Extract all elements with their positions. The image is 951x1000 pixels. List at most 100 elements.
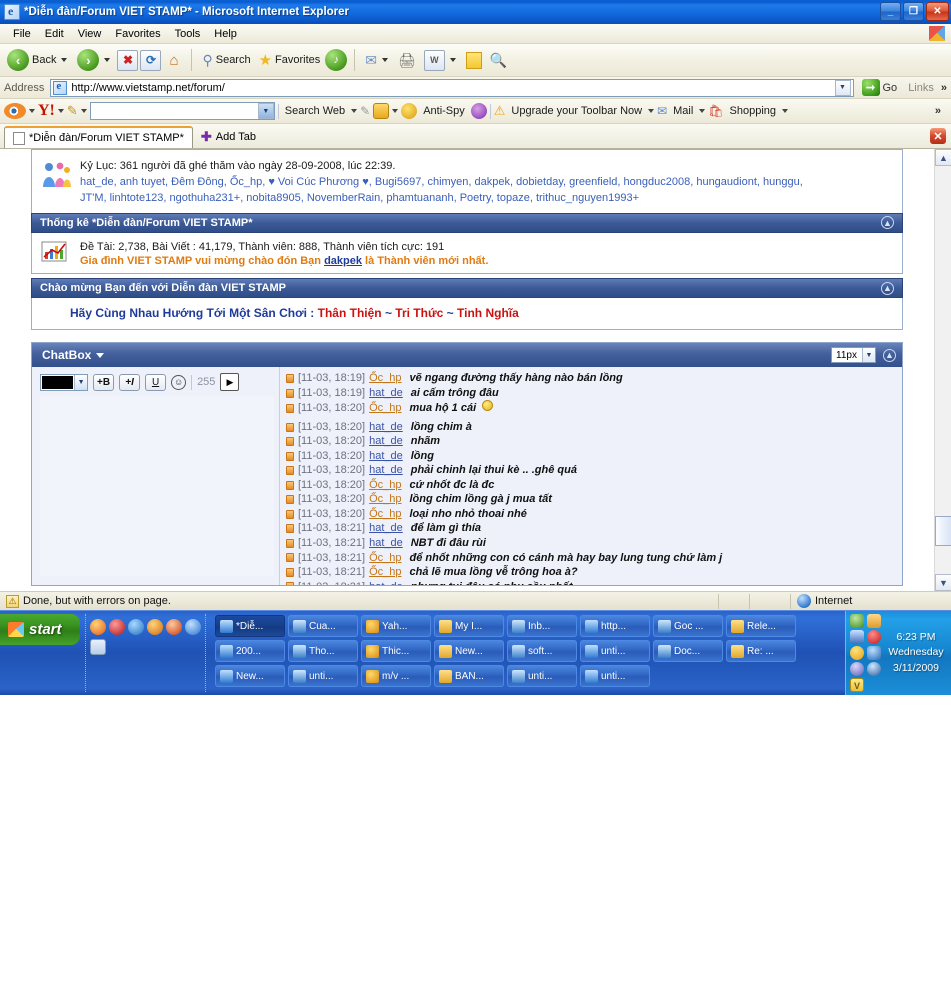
visitor-list-line-2[interactable]: JT'M, linhtote123, ngothuha231+, nobita8…: [80, 191, 894, 207]
address-overflow-icon[interactable]: »: [941, 82, 947, 94]
tray-sound-icon[interactable]: [850, 662, 864, 676]
menu-help[interactable]: Help: [207, 26, 244, 42]
taskbar-task-button[interactable]: Thic...: [361, 640, 431, 662]
scroll-down-button[interactable]: ▼: [935, 574, 951, 591]
taskbar-clock[interactable]: 6:23 PM Wednesday 3/11/2009: [885, 614, 947, 692]
taskbar-task-button[interactable]: Doc...: [653, 640, 723, 662]
scroll-up-button[interactable]: ▲: [935, 149, 951, 166]
smiley-icon[interactable]: ☺: [171, 374, 187, 390]
go-button[interactable]: ➞ Go: [858, 79, 902, 96]
warning-icon-status[interactable]: ⚠: [6, 594, 19, 608]
address-input[interactable]: http://www.vietstamp.net/forum/ ▼: [50, 78, 854, 97]
mail-dropdown-icon-2[interactable]: [699, 109, 706, 113]
taskbar-task-button[interactable]: Inb...: [507, 615, 577, 637]
tray-update-icon[interactable]: [867, 662, 881, 676]
document-quicklaunch-icon[interactable]: [90, 639, 106, 655]
newest-member-link[interactable]: dakpek: [324, 255, 362, 267]
chatbox-collapse-icon[interactable]: ▲: [883, 348, 896, 362]
chat-username-link[interactable]: Ốc_hp: [369, 492, 401, 507]
research-button[interactable]: 🔍: [487, 47, 510, 73]
ie-quicklaunch-icon[interactable]: [128, 619, 144, 635]
taskbar-task-button[interactable]: soft...: [507, 640, 577, 662]
taskbar-task-button[interactable]: *Diễ...: [215, 615, 285, 637]
close-button[interactable]: ✕: [926, 2, 949, 21]
yahoo-eye-dropdown-icon[interactable]: [29, 109, 35, 113]
favorites-button[interactable]: ★ Favorites: [256, 47, 324, 73]
stop-button[interactable]: ✖: [117, 49, 139, 71]
chatbox-italic-button[interactable]: +I: [119, 373, 141, 391]
address-dropdown-icon[interactable]: ▼: [834, 79, 851, 96]
tab-close-button[interactable]: ✕: [930, 128, 946, 144]
chat-username-link[interactable]: hat_de: [369, 463, 403, 478]
highlighter-icon[interactable]: ✎: [360, 104, 370, 118]
chatbox-fontsize-select[interactable]: 11px ▼: [831, 347, 876, 364]
yahoo-search-dropdown-icon[interactable]: ▼: [257, 103, 274, 119]
search-web-dropdown-icon[interactable]: [351, 109, 358, 113]
minimize-button[interactable]: _: [880, 2, 901, 21]
yahoo-logo-dropdown-icon[interactable]: [57, 109, 64, 113]
taskbar-task-button[interactable]: m/v ...: [361, 665, 431, 687]
tray-users-icon[interactable]: [867, 646, 881, 660]
chat-username-link[interactable]: Ốc_hp: [369, 565, 401, 580]
shopping-dropdown-icon[interactable]: [782, 109, 789, 113]
taskbar-task-button[interactable]: unti...: [507, 665, 577, 687]
yahoo-eye-icon[interactable]: [4, 103, 26, 119]
menu-view[interactable]: View: [71, 26, 109, 42]
menu-file[interactable]: File: [6, 26, 38, 42]
refresh-button[interactable]: ⟳: [140, 49, 162, 71]
forward-button[interactable]: ›: [74, 47, 115, 73]
taskbar-task-button[interactable]: Yah...: [361, 615, 431, 637]
show-desktop-icon[interactable]: [185, 619, 201, 635]
menu-tools[interactable]: Tools: [168, 26, 208, 42]
firefox-icon[interactable]: [90, 619, 106, 635]
tab-active[interactable]: *Diễn đàn/Forum VIET STAMP*: [4, 126, 193, 148]
chat-username-link[interactable]: hat_de: [369, 386, 403, 401]
welcome-collapse-icon[interactable]: ▲: [881, 281, 894, 295]
anti-spy-button[interactable]: Anti-Spy: [420, 105, 468, 117]
taskbar-task-button[interactable]: New...: [215, 665, 285, 687]
chat-username-link[interactable]: Ốc_hp: [369, 507, 401, 522]
taskbar-task-button[interactable]: unti...: [580, 665, 650, 687]
popup-blocker-icon[interactable]: [373, 103, 390, 119]
yahoo-overflow-icon[interactable]: »: [935, 105, 941, 117]
chat-username-link[interactable]: hat_de: [369, 580, 403, 586]
tray-unikey-icon[interactable]: V: [850, 678, 864, 692]
taskbar-task-button[interactable]: New...: [434, 640, 504, 662]
page-scrollbar[interactable]: ▲ ▼: [934, 149, 951, 591]
edit-word-button[interactable]: W: [421, 47, 461, 73]
print-button[interactable]: 🖨: [395, 47, 419, 73]
tray-antivirus-icon[interactable]: [867, 630, 881, 644]
chat-username-link[interactable]: Ốc_hp: [369, 401, 401, 416]
chatbox-menu-icon[interactable]: [96, 352, 105, 358]
tray-plant-icon[interactable]: [850, 614, 864, 628]
taskbar-task-button[interactable]: unti...: [288, 665, 358, 687]
popup-dropdown-icon[interactable]: [392, 109, 399, 113]
menu-edit[interactable]: Edit: [38, 26, 71, 42]
edit-dropdown-icon[interactable]: [449, 58, 456, 62]
scroll-thumb[interactable]: [935, 516, 951, 546]
yahoo-search-input[interactable]: ▼: [89, 102, 275, 120]
taskbar-task-button[interactable]: Rele...: [726, 615, 796, 637]
taskbar-task-button[interactable]: Re: ...: [726, 640, 796, 662]
chatbox-send-button[interactable]: ▶: [220, 373, 240, 392]
visitor-list-line-1[interactable]: hat_de, anh tuyet, Đêm Đông, Ốc_hp, ♥ Vo…: [80, 175, 894, 191]
yahoo-mail-button[interactable]: Mail: [670, 105, 696, 117]
opera-icon[interactable]: [147, 619, 163, 635]
links-label[interactable]: Links: [905, 82, 937, 94]
upgrade-toolbar-button[interactable]: Upgrade your Toolbar Now: [508, 105, 645, 117]
menu-favorites[interactable]: Favorites: [108, 26, 167, 42]
chatbox-color-select[interactable]: ▼: [40, 373, 88, 391]
chatbox-underline-button[interactable]: U: [145, 373, 167, 391]
messenger-icon[interactable]: [166, 619, 182, 635]
color-dropdown-icon[interactable]: ▼: [74, 374, 87, 390]
notes-button[interactable]: [463, 47, 485, 73]
taskbar-task-button[interactable]: unti...: [580, 640, 650, 662]
search-button[interactable]: ⚲ Search: [199, 47, 253, 73]
upgrade-dropdown-icon[interactable]: [648, 109, 655, 113]
chatbox-bold-button[interactable]: +B: [93, 373, 115, 391]
back-button[interactable]: ‹ Back: [4, 47, 72, 73]
taskbar-task-button[interactable]: My I...: [434, 615, 504, 637]
yahoo-logo-icon[interactable]: Y!: [38, 103, 55, 119]
media-button[interactable]: ♪: [325, 49, 348, 71]
start-button[interactable]: start: [0, 614, 80, 645]
